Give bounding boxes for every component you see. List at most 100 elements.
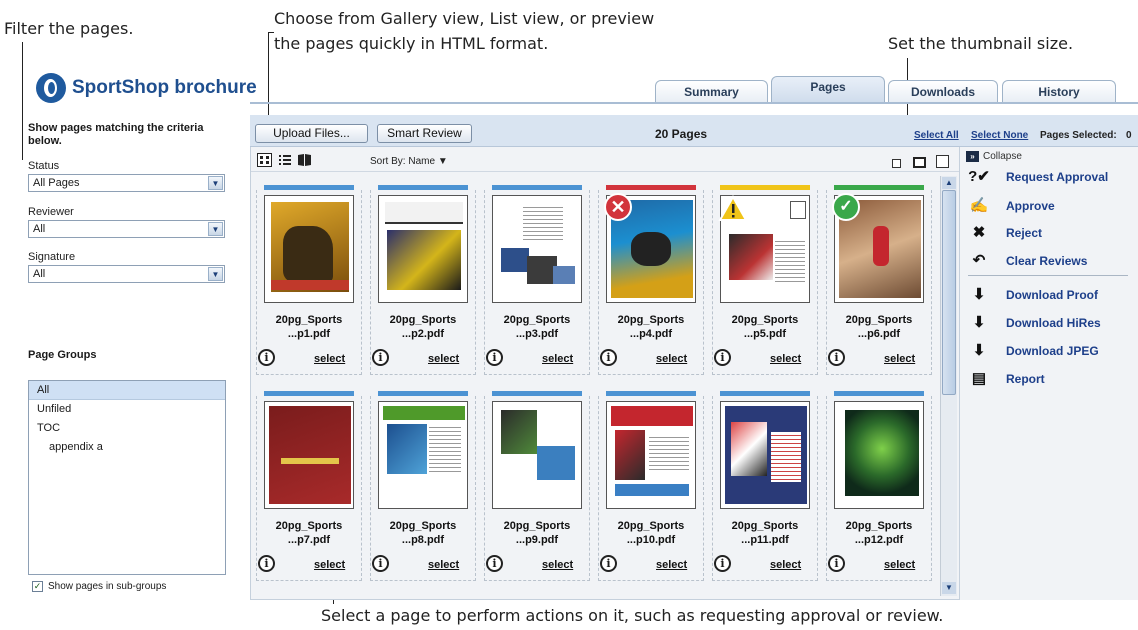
info-icon[interactable]: i <box>600 349 617 366</box>
scroll-down-icon[interactable]: ▼ <box>942 582 956 594</box>
page-name-line1: 20pg_Sports <box>503 314 571 326</box>
download-proof-action[interactable]: ⬇ Download Proof <box>968 284 1098 306</box>
select-page-link[interactable]: select <box>884 353 915 365</box>
select-page-link[interactable]: select <box>428 559 459 571</box>
page-card[interactable]: 20pg_Sports ...p5.pdf i select <box>712 185 826 377</box>
page-name-line2: ...p9.pdf <box>515 534 559 546</box>
info-icon[interactable]: i <box>828 349 845 366</box>
filter-panel: Show pages matching the criteria below. <box>28 122 228 148</box>
thumb-size-large-icon[interactable] <box>936 155 949 168</box>
page-card[interactable]: ✓ 20pg_Sports ...p6.pdf i select <box>826 185 940 377</box>
select-page-link[interactable]: select <box>656 559 687 571</box>
page-thumbnail[interactable] <box>606 401 696 509</box>
scroll-up-icon[interactable]: ▲ <box>942 177 956 189</box>
download-hires-action[interactable]: ⬇ Download HiRes <box>968 312 1101 334</box>
select-page-link[interactable]: select <box>542 353 573 365</box>
status-value: All Pages <box>33 177 80 189</box>
upload-files-button[interactable]: Upload Files... <box>255 124 368 143</box>
page-card[interactable]: 20pg_Sports ...p12.pdf i select <box>826 391 940 583</box>
info-icon[interactable]: i <box>714 555 731 572</box>
page-card[interactable]: ✕ 20pg_Sports ...p4.pdf i select <box>598 185 712 377</box>
select-page-link[interactable]: select <box>770 353 801 365</box>
approve-action[interactable]: ✍ Approve <box>968 195 1055 217</box>
download-jpeg-action[interactable]: ⬇ Download JPEG <box>968 340 1099 362</box>
show-subgroups-row: ✓ Show pages in sub-groups <box>32 581 166 592</box>
page-group-item[interactable]: TOC <box>29 419 225 438</box>
page-thumbnail[interactable] <box>264 195 354 303</box>
info-icon[interactable]: i <box>600 555 617 572</box>
page-group-item[interactable]: appendix a <box>29 438 225 457</box>
info-icon[interactable]: i <box>486 349 503 366</box>
status-select[interactable]: All Pages ▼ <box>28 174 225 192</box>
page-name-line2: ...p5.pdf <box>743 328 787 340</box>
page-thumbnail[interactable] <box>492 401 582 509</box>
thumb-size-medium-icon[interactable] <box>913 157 926 168</box>
report-action[interactable]: ▤ Report <box>968 368 1045 390</box>
page-card[interactable]: 20pg_Sports ...p1.pdf i select <box>256 185 370 377</box>
collapse-button[interactable]: » Collapse <box>966 151 1022 162</box>
app-title: SportShop brochure <box>72 77 257 98</box>
page-thumbnail[interactable] <box>378 401 468 509</box>
page-groups-list[interactable]: All Unfiled TOC appendix a <box>28 380 226 575</box>
select-page-link[interactable]: select <box>428 353 459 365</box>
info-icon[interactable]: i <box>828 555 845 572</box>
page-thumbnail[interactable] <box>834 401 924 509</box>
select-none-link[interactable]: Select None <box>971 130 1028 141</box>
pages-selected-label: Pages Selected: <box>1040 130 1117 141</box>
info-icon[interactable]: i <box>486 555 503 572</box>
tab-history[interactable]: History <box>1002 80 1116 102</box>
thumb-size-small-icon[interactable] <box>892 159 901 168</box>
info-icon[interactable]: i <box>258 555 275 572</box>
select-page-link[interactable]: select <box>542 559 573 571</box>
scrollbar-thumb[interactable] <box>942 190 956 395</box>
page-card[interactable]: 20pg_Sports ...p11.pdf i select <box>712 391 826 583</box>
html-preview-icon[interactable] <box>297 153 312 167</box>
page-card[interactable]: 20pg_Sports ...p7.pdf i select <box>256 391 370 583</box>
select-page-link[interactable]: select <box>884 559 915 571</box>
page-card[interactable]: 20pg_Sports ...p2.pdf i select <box>370 185 484 377</box>
select-all-link[interactable]: Select All <box>914 130 959 141</box>
tab-summary[interactable]: Summary <box>655 80 768 102</box>
chevron-down-icon[interactable]: ▼ <box>208 176 223 190</box>
tab-pages[interactable]: Pages <box>771 76 885 103</box>
chevron-down-icon[interactable]: ▼ <box>208 267 223 281</box>
page-thumbnail[interactable] <box>378 195 468 303</box>
reviewer-select[interactable]: All ▼ <box>28 220 225 238</box>
clear-reviews-action[interactable]: ↶ Clear Reviews <box>968 250 1088 272</box>
page-card[interactable]: 20pg_Sports ...p9.pdf i select <box>484 391 598 583</box>
list-view-icon[interactable] <box>278 153 293 167</box>
page-card[interactable]: 20pg_Sports ...p10.pdf i select <box>598 391 712 583</box>
gallery-scrollbar[interactable]: ▲ ▼ <box>940 176 957 596</box>
page-group-item[interactable]: All <box>29 381 225 400</box>
show-subgroups-checkbox[interactable]: ✓ <box>32 581 43 592</box>
page-name-line1: 20pg_Sports <box>617 314 685 326</box>
signature-select[interactable]: All ▼ <box>28 265 225 283</box>
sort-caret-icon: ▼ <box>437 156 448 167</box>
select-page-link[interactable]: select <box>770 559 801 571</box>
sort-by[interactable]: Sort By: Name ▼ <box>370 156 448 167</box>
chevron-down-icon[interactable]: ▼ <box>208 222 223 236</box>
callout-filter-line <box>22 42 23 160</box>
gallery-view-icon[interactable] <box>257 153 272 167</box>
info-icon[interactable]: i <box>372 555 389 572</box>
page-card[interactable]: 20pg_Sports ...p3.pdf i select <box>484 185 598 377</box>
page-status-bar <box>834 391 924 396</box>
page-name-line1: 20pg_Sports <box>617 520 685 532</box>
page-thumbnail[interactable] <box>492 195 582 303</box>
logo-icon <box>36 73 66 103</box>
info-icon[interactable]: i <box>258 349 275 366</box>
select-page-link[interactable]: select <box>656 353 687 365</box>
reject-action[interactable]: ✖ Reject <box>968 222 1042 244</box>
smart-review-button[interactable]: Smart Review <box>377 124 472 143</box>
info-icon[interactable]: i <box>714 349 731 366</box>
page-group-item[interactable]: Unfiled <box>29 400 225 419</box>
page-thumbnail[interactable] <box>720 401 810 509</box>
sort-by-label: Sort By: <box>370 156 406 167</box>
request-approval-action[interactable]: ?✔ Request Approval <box>968 166 1108 188</box>
tab-downloads[interactable]: Downloads <box>888 80 998 102</box>
info-icon[interactable]: i <box>372 349 389 366</box>
page-card[interactable]: 20pg_Sports ...p8.pdf i select <box>370 391 484 583</box>
select-page-link[interactable]: select <box>314 353 345 365</box>
page-thumbnail[interactable] <box>264 401 354 509</box>
select-page-link[interactable]: select <box>314 559 345 571</box>
